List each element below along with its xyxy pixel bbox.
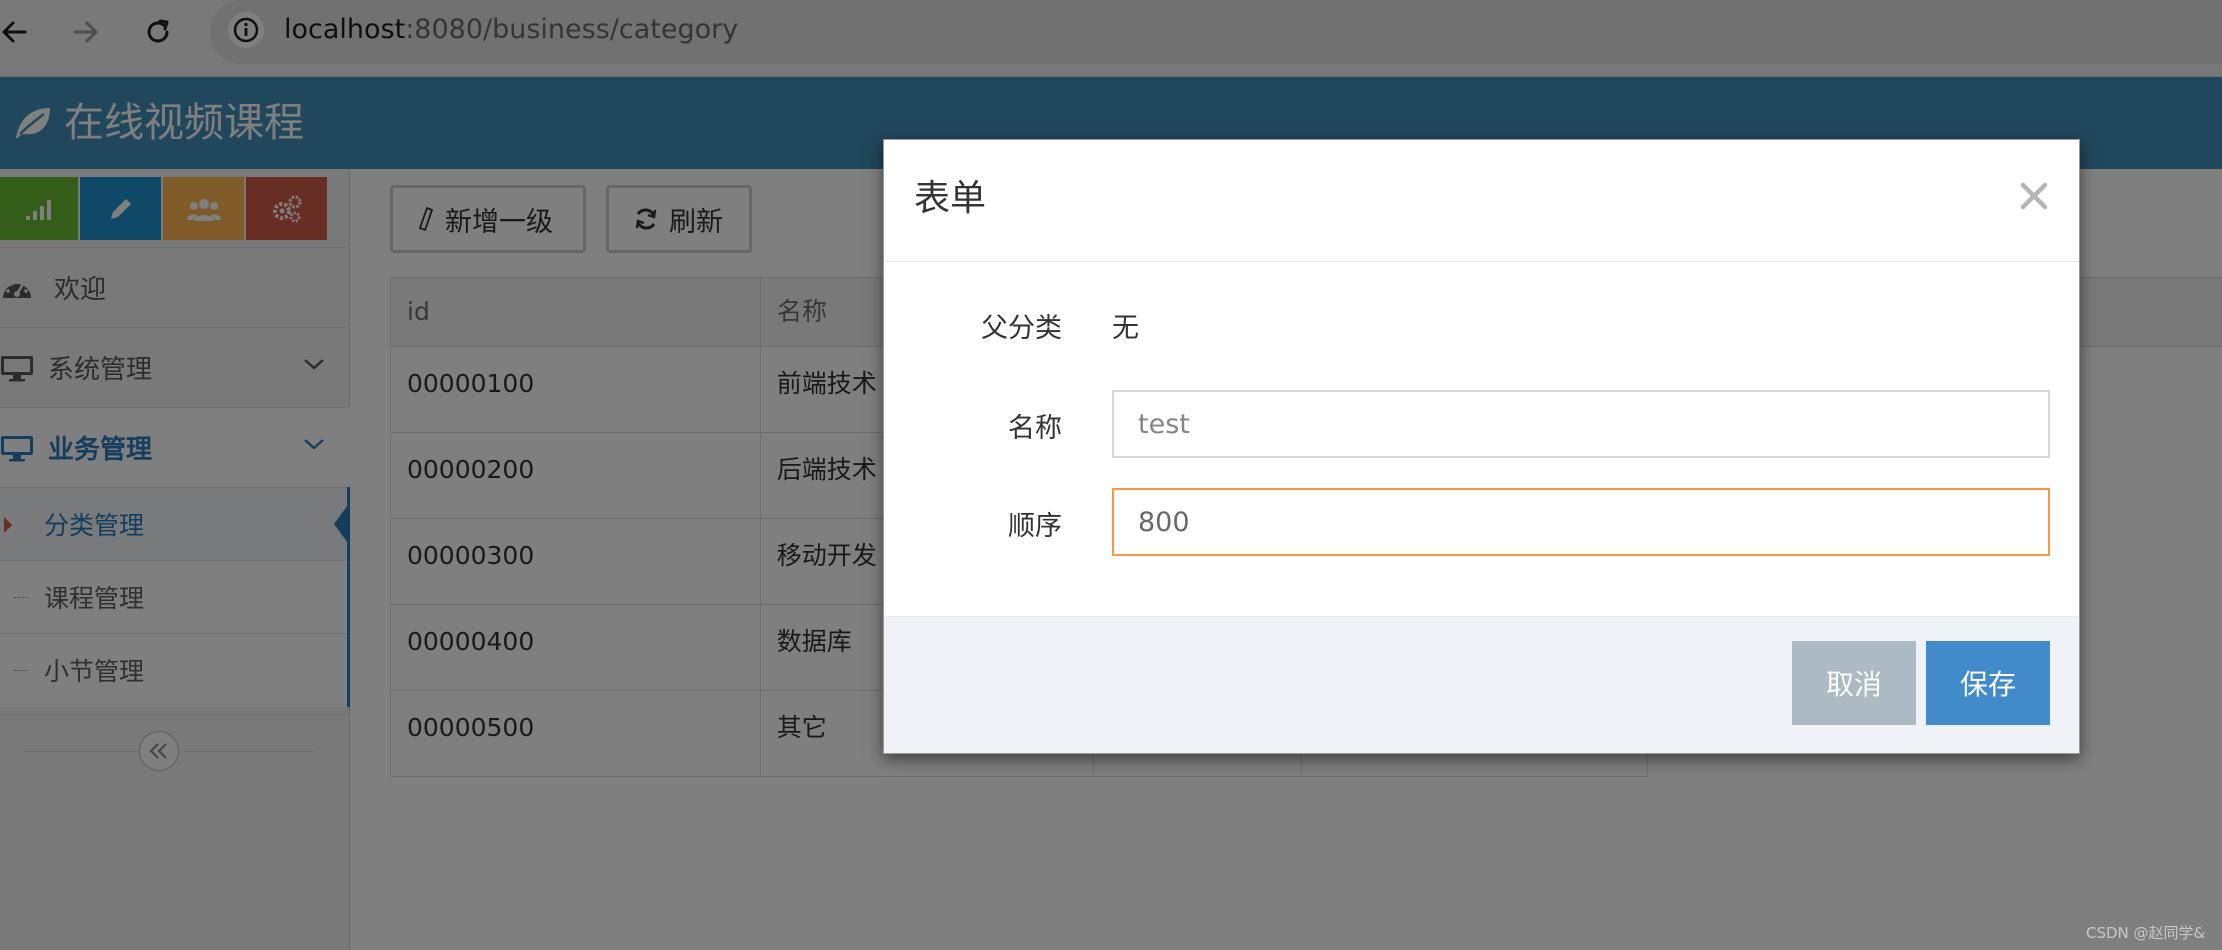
save-button[interactable]: 保存 — [1926, 641, 2050, 725]
parent-value: 无 — [1112, 313, 1139, 344]
cancel-button[interactable]: 取消 — [1792, 641, 1916, 725]
modal-title: 表单 — [914, 178, 987, 219]
name-label: 名称 — [1008, 413, 1062, 444]
modal-close-button[interactable] — [2014, 176, 2054, 216]
modal-header: 表单 — [884, 140, 2079, 262]
order-input[interactable] — [1112, 488, 2050, 556]
order-label: 顺序 — [1008, 511, 1062, 542]
close-icon — [2020, 182, 2048, 210]
watermark: CSDN @赵同学& — [2086, 924, 2206, 942]
parent-label: 父分类 — [981, 313, 1062, 344]
name-input[interactable] — [1112, 390, 2050, 458]
form-modal: 表单 父分类 无 名称 顺序 取消 保存 — [883, 139, 2080, 754]
modal-footer: 取消 保存 — [884, 616, 2079, 753]
